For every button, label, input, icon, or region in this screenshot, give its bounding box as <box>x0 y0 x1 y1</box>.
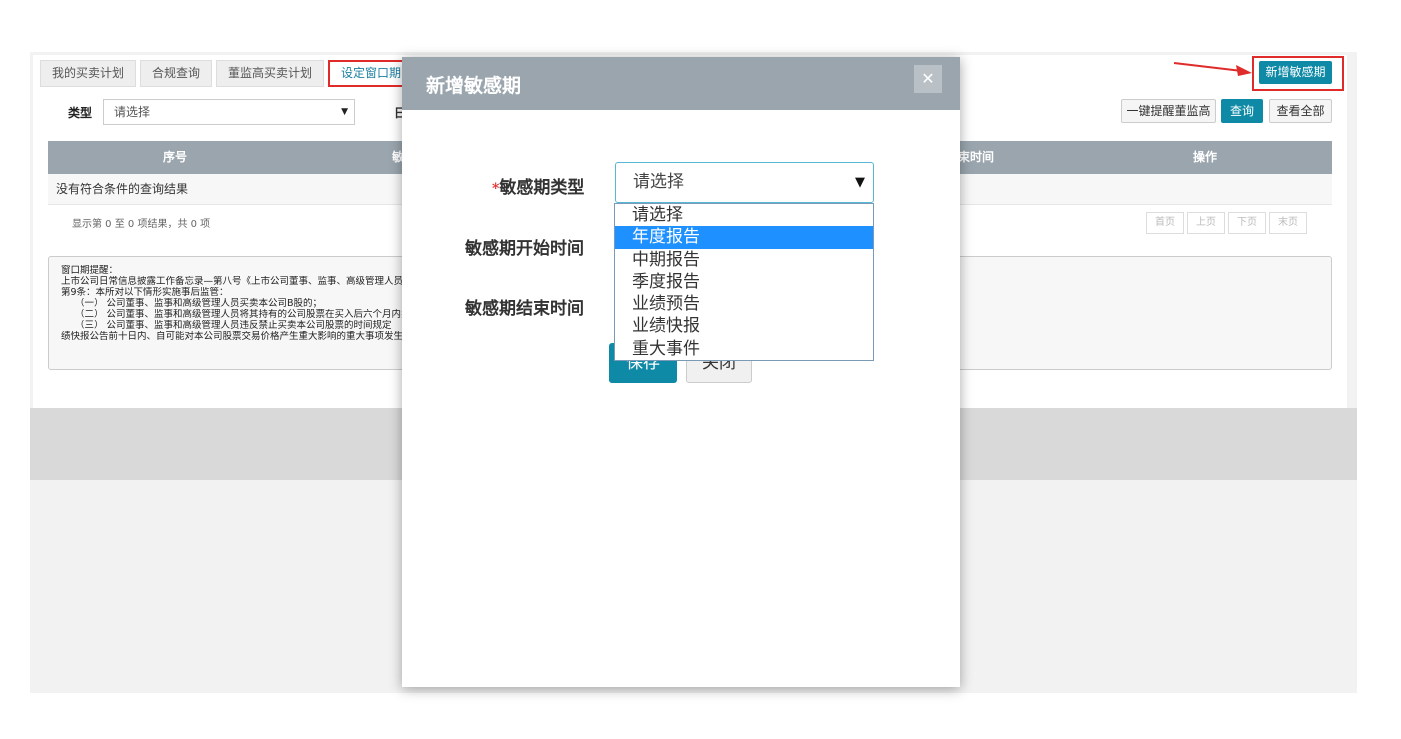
notice-line: （三） 公司董事、监事和高级管理人员违反禁止买卖本公司股票的时间规定 <box>75 320 392 331</box>
column-header-actions: 操作 <box>1193 150 1218 164</box>
type-select-value: 请选择 <box>633 172 684 192</box>
dropdown-option[interactable]: 季度报告 <box>615 271 873 293</box>
table-info: 显示第 0 至 0 项结果，共 0 项 <box>72 219 211 230</box>
notice-line: 上市公司日常信息披露工作备忘录—第八号《上市公司董事、监事、高级管理人员及其相关… <box>61 276 402 287</box>
dropdown-option[interactable]: 重大事件 <box>615 338 873 360</box>
type-field-label-text: 敏感期类型 <box>499 178 585 198</box>
notice-line: （一） 公司董事、监事和高级管理人员买卖本公司B股的； <box>75 298 323 309</box>
pager-next[interactable]: 下页 <box>1228 212 1266 234</box>
dropdown-option[interactable]: 业绩预告 <box>615 293 873 315</box>
tab-executive-trade-plan[interactable]: 董监高买卖计划 <box>216 60 325 87</box>
add-sensitive-period-button[interactable]: 新增敏感期 <box>1259 61 1332 84</box>
dropdown-option[interactable]: 请选择 <box>615 204 873 226</box>
type-filter-value: 请选择 <box>114 105 151 119</box>
tab-compliance-query[interactable]: 合规查询 <box>140 60 213 87</box>
dropdown-option[interactable]: 业绩快报 <box>615 315 873 337</box>
type-field-label: *敏感期类型 <box>492 173 584 198</box>
notice-line: 绩快报公告前十日内、自可能对本公司股票交易价格产生重大影响的重大事项发生之日或在… <box>61 331 402 342</box>
pager-prev[interactable]: 上页 <box>1187 212 1225 234</box>
chevron-down-icon: ▼ <box>855 175 865 190</box>
tab-my-trade-plan[interactable]: 我的买卖计划 <box>40 60 137 87</box>
type-dropdown-list: 请选择 年度报告 中期报告 季度报告 业绩预告 业绩快报 重大事件 <box>614 203 874 361</box>
annotation-arrow-icon <box>1173 62 1252 76</box>
view-all-button[interactable]: 查看全部 <box>1269 99 1332 123</box>
remind-executives-button[interactable]: 一键提醒董监高 <box>1121 99 1216 123</box>
end-time-label: 敏感期结束时间 <box>465 299 584 319</box>
pager-last[interactable]: 末页 <box>1269 212 1307 234</box>
modal-header: 新增敏感期 ✕ <box>402 57 960 110</box>
type-select[interactable]: 请选择 ▼ <box>615 162 874 203</box>
tab-bar: 我的买卖计划 合规查询 董监高买卖计划 设定窗口期 董 <box>40 60 436 88</box>
modal-title: 新增敏感期 <box>426 75 522 97</box>
type-filter-select[interactable]: 请选择 ▼ <box>103 99 355 125</box>
pager-first[interactable]: 首页 <box>1146 212 1184 234</box>
type-filter-label: 类型 <box>68 106 93 120</box>
column-header-end-time: 束时间 <box>958 150 995 164</box>
notice-line: 第9条：本所对以下情形实施事后监管： <box>61 287 229 298</box>
dropdown-option[interactable]: 中期报告 <box>615 249 873 271</box>
search-button[interactable]: 查询 <box>1221 99 1263 123</box>
notice-line: （二） 公司董事、监事和高级管理人员将其持有的公司股票在买入后六个月内卖出，或者… <box>75 309 402 320</box>
column-header-index: 序号 <box>163 150 188 164</box>
start-time-label: 敏感期开始时间 <box>465 239 584 259</box>
notice-line: 窗口期提醒： <box>61 265 119 276</box>
close-icon[interactable]: ✕ <box>914 65 942 93</box>
add-sensitive-period-modal: 新增敏感期 ✕ *敏感期类型 请选择 ▼ 敏感期开始时间 敏感期结束时间 保存 … <box>402 57 960 687</box>
chevron-down-icon: ▼ <box>341 107 348 117</box>
dropdown-option-highlighted[interactable]: 年度报告 <box>615 226 873 249</box>
